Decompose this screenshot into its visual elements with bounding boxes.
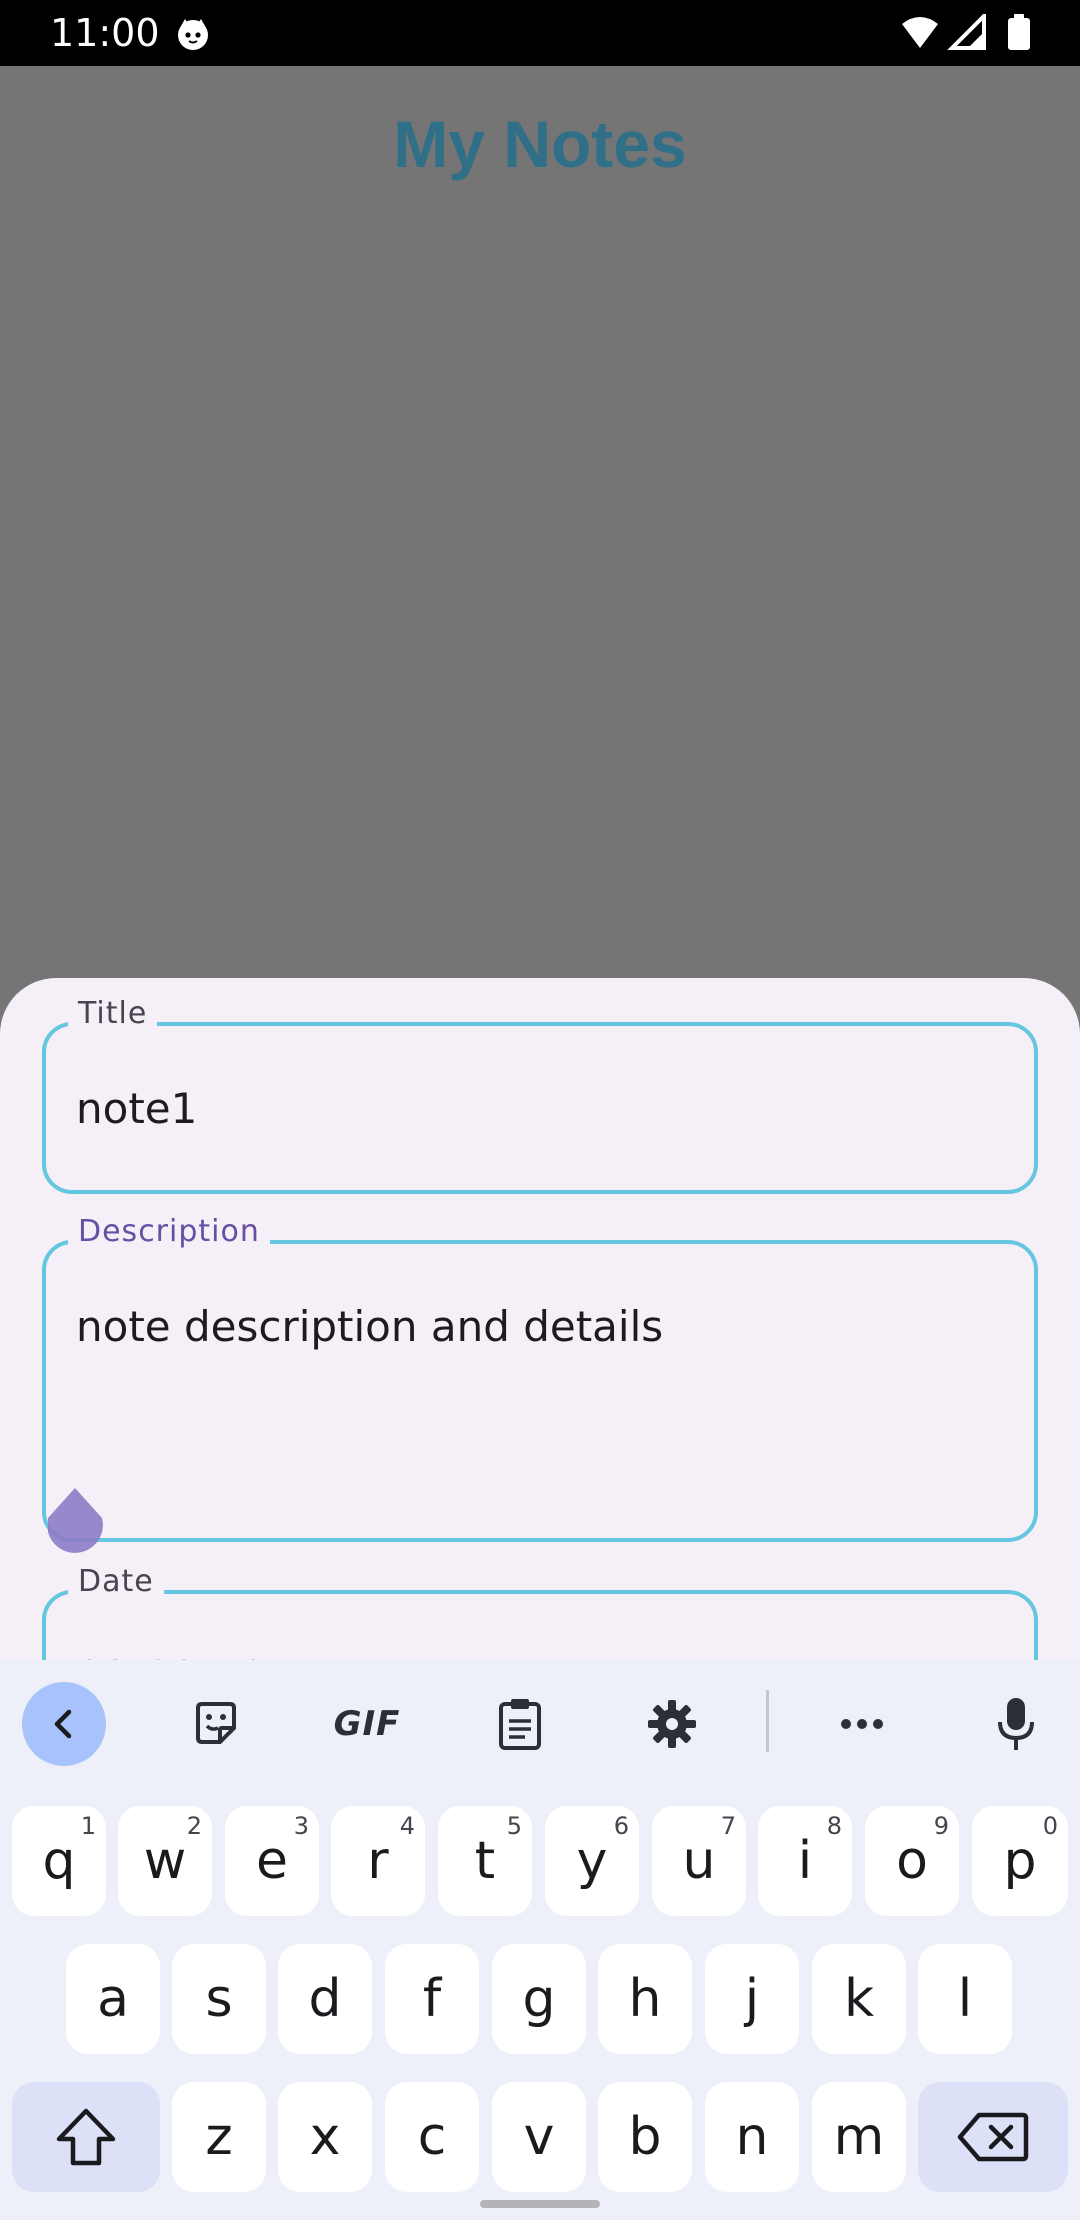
shift-icon: [56, 2108, 116, 2166]
back-icon: [54, 1709, 72, 1739]
backspace-key[interactable]: [918, 2082, 1068, 2192]
key-w[interactable]: w2: [118, 1806, 212, 1916]
status-bar: 11:00: [0, 0, 1080, 66]
key-k[interactable]: k: [812, 1944, 906, 2054]
toolbar-back-button[interactable]: [22, 1682, 106, 1766]
key-u[interactable]: u7: [652, 1806, 746, 1916]
key-f[interactable]: f: [385, 1944, 479, 2054]
key-g[interactable]: g: [492, 1944, 586, 2054]
key-h[interactable]: h: [598, 1944, 692, 2054]
key-hint: 7: [720, 1812, 736, 1840]
sticker-icon: [196, 1702, 236, 1744]
key-r[interactable]: r4: [331, 1806, 425, 1916]
key-z[interactable]: z: [172, 2082, 266, 2192]
key-b[interactable]: b: [598, 2082, 692, 2192]
key-i[interactable]: i8: [758, 1806, 852, 1916]
key-a[interactable]: a: [66, 1944, 160, 2054]
gif-button[interactable]: GIF: [325, 1682, 409, 1766]
key-e[interactable]: e3: [225, 1806, 319, 1916]
key-s[interactable]: s: [172, 1944, 266, 2054]
key-hint: 8: [826, 1812, 842, 1840]
key-q[interactable]: q1: [12, 1806, 106, 1916]
more-icon: [841, 1719, 883, 1729]
clipboard-icon: [499, 1699, 541, 1750]
key-m[interactable]: m: [812, 2082, 906, 2192]
key-y[interactable]: y6: [545, 1806, 639, 1916]
key-l[interactable]: l: [918, 1944, 1012, 2054]
date-field-label: Date: [68, 1564, 164, 1599]
mic-icon: [998, 1698, 1034, 1750]
gear-icon: [648, 1700, 696, 1748]
key-o[interactable]: o9: [865, 1806, 959, 1916]
key-n[interactable]: n: [705, 2082, 799, 2192]
key-j[interactable]: j: [705, 1944, 799, 2054]
key-p[interactable]: p0: [972, 1806, 1068, 1916]
sticker-button[interactable]: [174, 1682, 258, 1766]
toolbar-divider: [766, 1690, 769, 1752]
wifi-icon: [902, 17, 938, 48]
key-hint: 3: [293, 1812, 309, 1840]
clipboard-button[interactable]: [478, 1682, 562, 1766]
key-hint: 5: [506, 1812, 522, 1840]
keyboard-toolbar: GIF: [0, 1660, 1080, 1784]
backspace-icon: [957, 2112, 1029, 2162]
key-hint: 0: [1042, 1812, 1058, 1840]
key-v[interactable]: v: [492, 2082, 586, 2192]
key-t[interactable]: t5: [438, 1806, 532, 1916]
shift-key[interactable]: [12, 2082, 160, 2192]
app-cat-icon: [178, 19, 208, 50]
title-field[interactable]: Title note1: [42, 996, 1038, 1194]
more-button[interactable]: [820, 1682, 904, 1766]
status-time: 11:00: [50, 11, 160, 55]
key-c[interactable]: c: [385, 2082, 479, 2192]
description-field[interactable]: Description note description and details: [42, 1214, 1038, 1542]
voice-input-button[interactable]: [974, 1682, 1058, 1766]
description-field-label: Description: [68, 1214, 270, 1249]
key-hint: 2: [186, 1812, 202, 1840]
text-cursor-handle-icon[interactable]: [44, 1484, 106, 1560]
key-hint: 1: [80, 1812, 96, 1840]
key-hint: 4: [399, 1812, 415, 1840]
battery-icon: [1008, 14, 1030, 50]
title-field-value[interactable]: note1: [76, 1084, 197, 1133]
signal-icon: [947, 14, 986, 50]
title-field-label: Title: [68, 996, 158, 1031]
description-field-value[interactable]: note description and details: [76, 1302, 663, 1351]
settings-button[interactable]: [630, 1682, 714, 1766]
status-icons: [902, 14, 1030, 50]
key-x[interactable]: x: [278, 2082, 372, 2192]
key-hint: 6: [613, 1812, 629, 1840]
key-hint: 9: [933, 1812, 949, 1840]
page-title: My Notes: [393, 107, 687, 181]
key-d[interactable]: d: [278, 1944, 372, 2054]
gesture-nav-pill[interactable]: [480, 2200, 600, 2208]
